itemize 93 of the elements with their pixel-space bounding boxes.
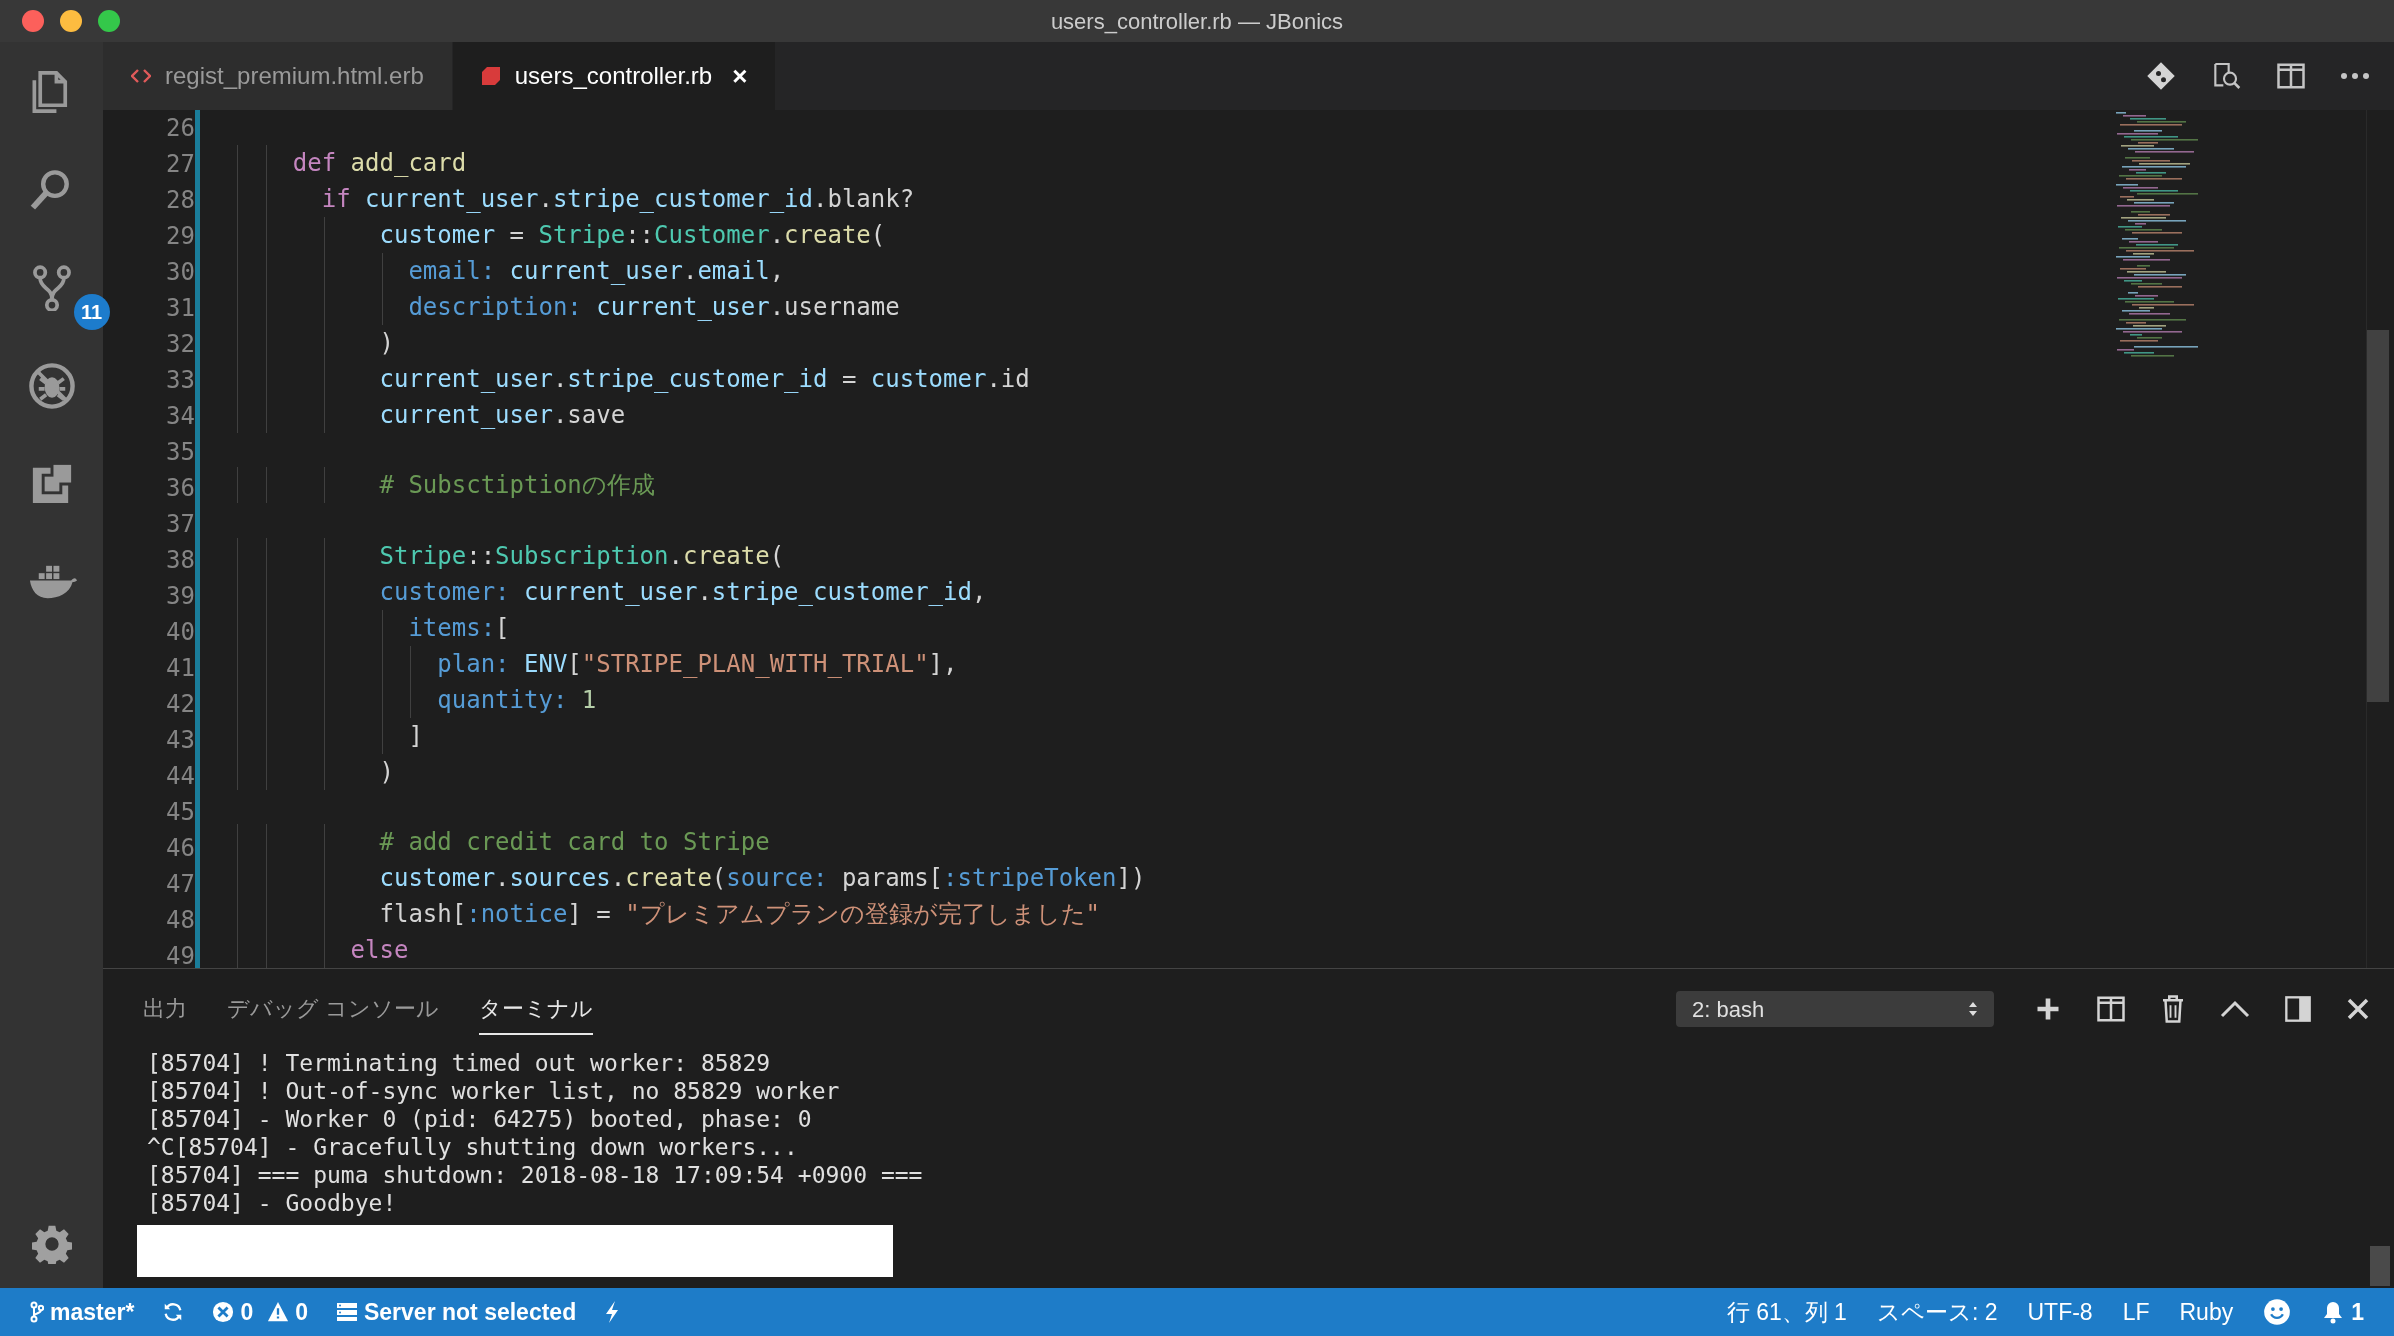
line-number: 33 — [166, 365, 195, 396]
lightning-icon[interactable] — [604, 1300, 621, 1324]
code-line: ) — [378, 328, 394, 357]
code-line: flash[:notice] = "プレミアムプランの登録が完了しました" — [378, 900, 1101, 928]
code-line: current_user.save — [378, 400, 626, 429]
code-line: quantity: 1 — [436, 685, 597, 714]
count-badge: 11 — [73, 294, 110, 330]
line-number: 47 — [166, 869, 195, 900]
branch-status[interactable]: master* — [30, 1294, 135, 1330]
line-number: 44 — [166, 761, 195, 792]
terminal-line: [85704] - Worker 0 (pid: 64275) booted, phase: 0 — [147, 1105, 813, 1133]
server-status[interactable]: Server not selected — [336, 1294, 577, 1330]
problems-status[interactable]: 0 0 — [212, 1294, 308, 1330]
line-number: 42 — [166, 689, 195, 720]
code-brackets-icon — [131, 68, 151, 84]
line-number: 41 — [166, 653, 195, 684]
code-line: description: current_user.username — [407, 292, 900, 321]
terminal-line: [85704] === puma shutdown: 2018-08-18 17:09:54 +0900 === — [147, 1161, 924, 1189]
line-number: 30 — [166, 257, 195, 288]
terminal-line: [85704] ! Terminating timed out worker: 85829 — [147, 1049, 772, 1077]
code-line: customer = Stripe::Customer.create( — [378, 220, 886, 249]
more-icon[interactable] — [2340, 72, 2370, 80]
code-line: # add credit card to Stripe — [378, 828, 770, 856]
terminal-line: [85704] ! Out-of-sync worker list, no 85829 worker — [147, 1077, 841, 1105]
line-number: 36 — [166, 473, 195, 504]
code-line: current_user.stripe_customer_id = customer.id — [378, 364, 1030, 393]
panel-tab[interactable]: デバッグ コンソール — [227, 983, 440, 1035]
terminal-line: [85704] - Goodbye! — [147, 1189, 398, 1217]
source-control-icon[interactable] — [31, 265, 72, 311]
line-number: 28 — [166, 185, 195, 216]
warning-icon — [267, 1301, 290, 1323]
code-line: # Subsctiptionの作成 — [378, 471, 655, 499]
line-number: 29 — [166, 221, 195, 252]
code-line: def add_card — [291, 148, 467, 177]
line-number: 34 — [166, 401, 195, 432]
settings-icon[interactable] — [31, 1224, 72, 1264]
terminal-select[interactable]: 2: bash — [1676, 991, 1994, 1027]
line-number: 27 — [166, 149, 195, 180]
line-number: 45 — [166, 797, 195, 828]
code-line: customer: current_user.stripe_customer_id, — [378, 577, 987, 606]
scrollbar-thumb[interactable] — [2367, 330, 2389, 702]
panel-tab[interactable]: ターミナル — [479, 983, 594, 1035]
git-compare-icon[interactable] — [2146, 61, 2176, 91]
indentation-status[interactable]: スペース: 2 — [1876, 1294, 1998, 1330]
line-number: 31 — [166, 293, 195, 324]
line-ending-status[interactable]: LF — [2122, 1294, 2150, 1330]
line-number: 46 — [166, 833, 195, 864]
code-line: email: current_user.email, — [407, 256, 785, 285]
server-icon — [336, 1302, 358, 1322]
cursor-position[interactable]: 行 61、列 1 — [1726, 1294, 1847, 1330]
encoding-status[interactable]: UTF-8 — [2027, 1294, 2093, 1330]
maximize-window-button[interactable] — [98, 10, 120, 32]
close-tab-button[interactable]: × — [732, 56, 748, 96]
code-line: plan: ENV["STRIPE_PLAN_WITH_TRIAL"], — [436, 649, 958, 678]
minimize-window-button[interactable] — [60, 10, 82, 32]
trash-icon[interactable] — [2160, 994, 2186, 1024]
line-number: 35 — [166, 437, 195, 468]
panel-tab[interactable]: 出力 — [143, 983, 187, 1035]
editor-tab[interactable]: users_controller.rb × — [452, 42, 777, 110]
close-icon[interactable] — [2346, 997, 2370, 1021]
code-line: items:[ — [407, 613, 510, 642]
line-number: 37 — [166, 509, 195, 540]
no-bug-icon[interactable] — [26, 361, 77, 411]
error-icon — [212, 1301, 235, 1323]
editor-tab[interactable]: regist_premium.html.erb — [103, 42, 453, 110]
code-line: else — [349, 936, 409, 964]
close-window-button[interactable] — [22, 10, 44, 32]
code-line: Stripe::Subscription.create( — [378, 541, 785, 570]
notifications-status[interactable]: 1 — [2321, 1294, 2364, 1330]
split-terminal-icon[interactable] — [2096, 995, 2126, 1023]
line-number: 39 — [166, 581, 195, 612]
split-editor-icon[interactable] — [2276, 61, 2306, 91]
panel-position-icon[interactable] — [2284, 995, 2312, 1023]
code-line: ) — [378, 757, 394, 786]
chevron-up-icon[interactable] — [2220, 1000, 2250, 1018]
line-number: 32 — [166, 329, 195, 360]
line-number: 49 — [166, 941, 195, 968]
smiley-icon[interactable] — [2263, 1298, 2292, 1326]
line-number: 40 — [166, 617, 195, 648]
language-mode[interactable]: Ruby — [2179, 1294, 2234, 1330]
code-line: if current_user.stripe_customer_id.blank? — [320, 184, 915, 213]
ruby-icon — [480, 66, 501, 86]
line-number: 48 — [166, 905, 195, 936]
window-title: users_controller.rb — JBonics — [1050, 7, 1344, 36]
code-line: customer.sources.create(source: params[:stripeToken]) — [378, 864, 1146, 892]
terminal-line: ^C[85704] - Gracefully shutting down workers... — [147, 1133, 799, 1161]
select-arrows-icon — [1968, 1000, 1978, 1018]
scrollbar-thumb[interactable] — [2370, 1246, 2390, 1286]
line-number: 26 — [166, 113, 195, 144]
code-line: ] — [407, 721, 423, 750]
line-number: 43 — [166, 725, 195, 756]
branch-icon — [30, 1301, 44, 1323]
line-number: 38 — [166, 545, 195, 576]
